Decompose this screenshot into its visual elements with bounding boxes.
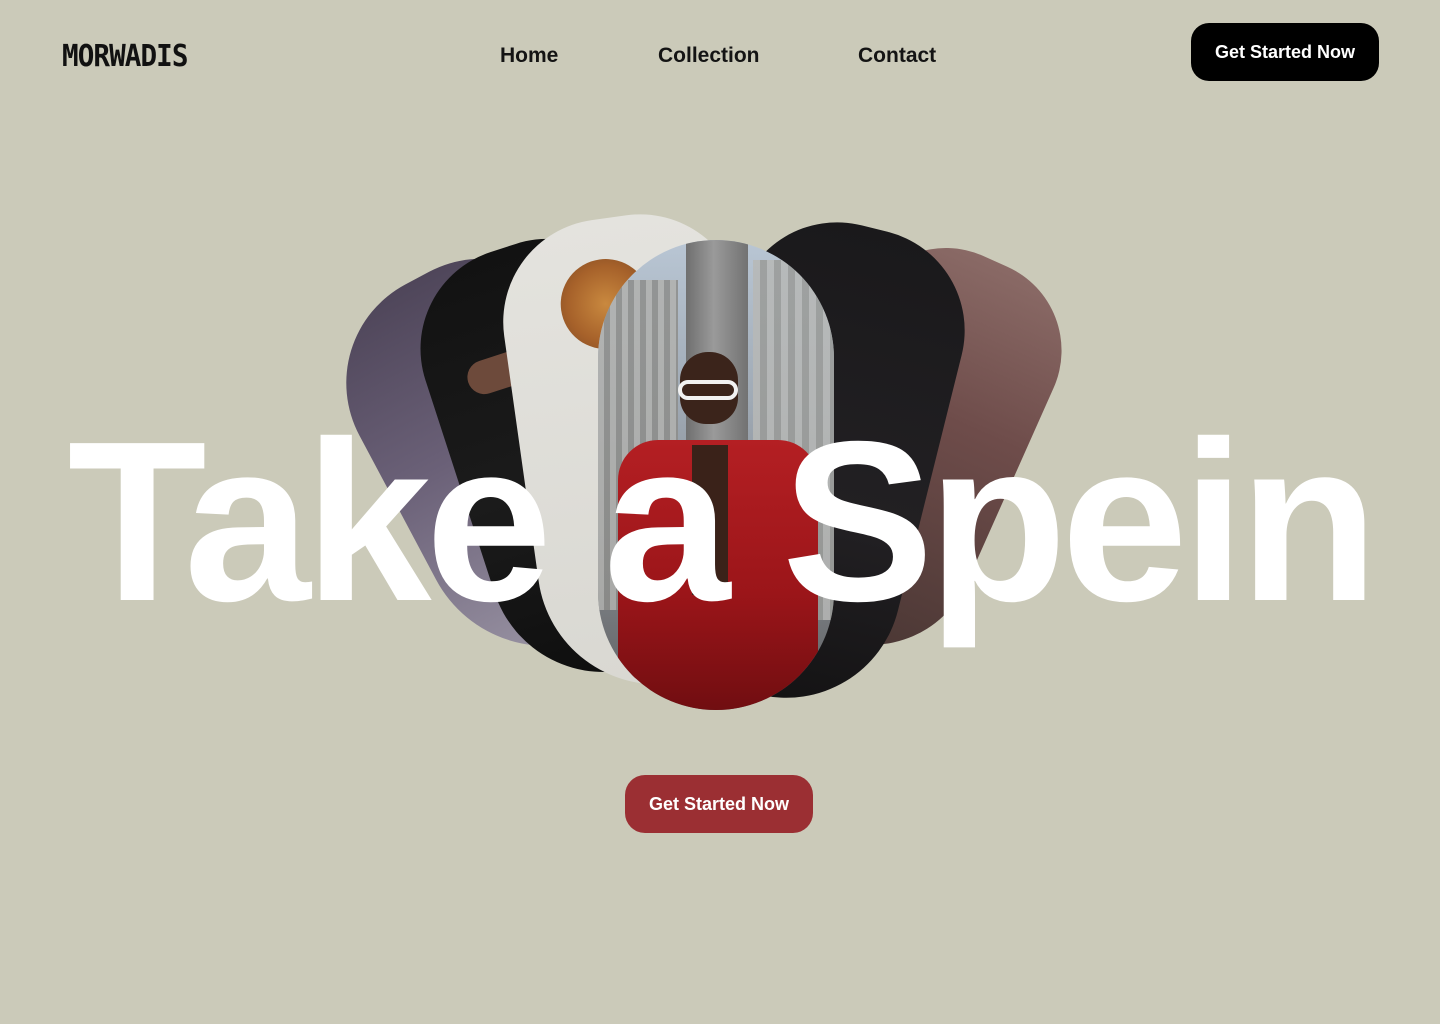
hero-title: Take a Spein (67, 395, 1378, 649)
hero-get-started-button[interactable]: Get Started Now (625, 775, 813, 833)
